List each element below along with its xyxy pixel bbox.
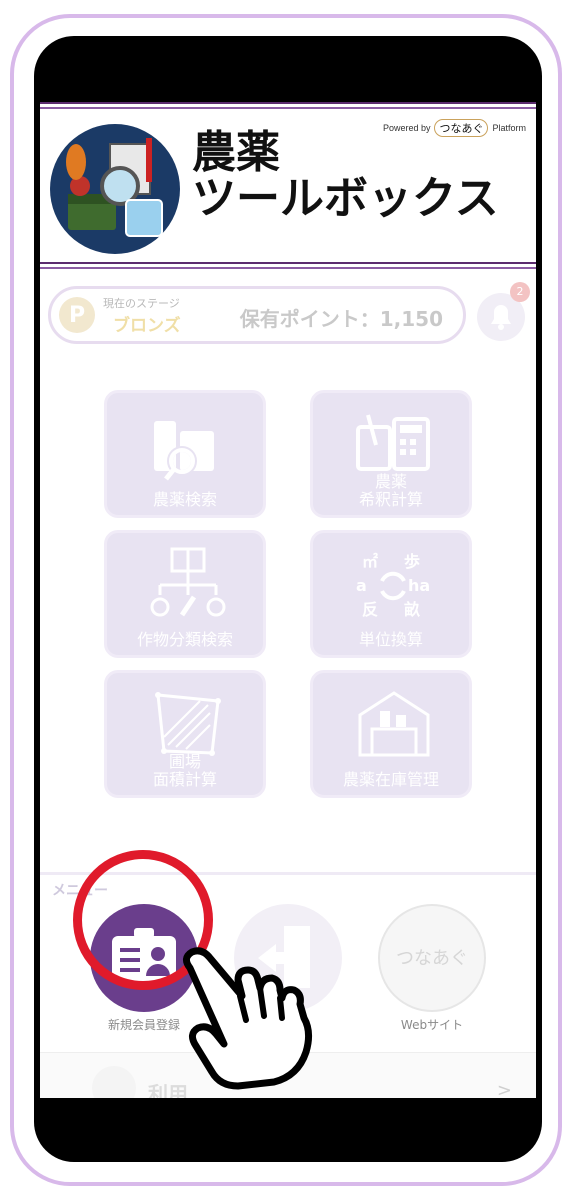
toolbox-logo-icon xyxy=(66,138,163,237)
tile-label: 農薬検索 xyxy=(152,490,217,509)
crop-classification-icon xyxy=(150,547,226,617)
pesticide-search-icon xyxy=(154,421,214,481)
unit-icon-ha: ha xyxy=(408,576,430,595)
notification-count-badge: 2 xyxy=(510,282,530,302)
tsunagu-logo: つなあぐ xyxy=(396,948,468,969)
website-button[interactable]: つなあぐ xyxy=(378,904,486,1012)
tile-dilution-calc[interactable]: 農薬 希釈計算 xyxy=(310,390,472,518)
warehouse-icon xyxy=(358,691,430,757)
tile-label: 単位換算 xyxy=(358,630,423,649)
phone-screen-bezel: Powered by つなあぐ Platform 農薬 ツールボックス P 現在… xyxy=(34,36,542,1162)
points-badge-icon: P xyxy=(59,297,95,333)
unit-conversion-icon: ㎡ 歩 a ha 反 畝 xyxy=(356,552,430,619)
id-card-icon xyxy=(112,928,176,982)
points-balance: 保有ポイント：1,150 xyxy=(239,307,443,331)
tile-unit-conversion[interactable]: ㎡ 歩 a ha 反 畝 単位換算 xyxy=(310,530,472,658)
tile-label: 圃場 面積計算 xyxy=(152,752,217,789)
app-header: Powered by つなあぐ Platform 農薬 ツールボックス xyxy=(40,102,536,272)
unit-icon-se: 畝 xyxy=(404,600,421,619)
tile-pesticide-inventory[interactable]: 農薬在庫管理 xyxy=(310,670,472,798)
logout-door-icon xyxy=(258,926,310,988)
app-title-line1: 農薬 xyxy=(192,127,280,178)
unit-icon-m2: ㎡ xyxy=(362,552,378,571)
app-logo xyxy=(50,124,180,254)
stage-status-pill[interactable]: P 現在のステージ ブロンズ 保有ポイント：1,150 xyxy=(48,286,466,344)
header-top-rule xyxy=(40,102,536,110)
logout-button[interactable] xyxy=(234,904,342,1012)
tile-label: 農薬在庫管理 xyxy=(342,770,439,789)
tile-field-area-calc[interactable]: 圃場 面積計算 xyxy=(104,670,266,798)
menu-divider xyxy=(40,872,536,875)
header-bottom-rule xyxy=(40,262,536,270)
tile-label: 農薬 希釈計算 xyxy=(358,472,423,509)
menu-heading: メニュー xyxy=(52,883,108,899)
new-member-label: 新規会員登録 xyxy=(107,1018,180,1032)
usage-guide-label: 利用 xyxy=(148,1082,188,1098)
stage-value: ブロンズ xyxy=(113,316,181,336)
unit-icon-step: 歩 xyxy=(404,552,420,571)
tile-pesticide-search[interactable]: 農薬検索 xyxy=(104,390,266,518)
tile-crop-classification-search[interactable]: 作物分類検索 xyxy=(104,530,266,658)
app-screen: Powered by つなあぐ Platform 農薬 ツールボックス P 現在… xyxy=(40,102,536,1098)
stage-label: 現在のステージ xyxy=(103,297,180,310)
tile-label: 作物分類検索 xyxy=(136,630,233,649)
unit-icon-a: a xyxy=(356,576,367,595)
unit-icon-tan: 反 xyxy=(362,600,378,619)
new-member-registration-button[interactable] xyxy=(90,904,198,1012)
website-label: Webサイト xyxy=(400,1018,464,1032)
app-title: 農薬 ツールボックス xyxy=(192,130,499,222)
chevron-right-icon: > xyxy=(496,1080,512,1098)
app-title-line2: ツールボックス xyxy=(192,173,499,224)
